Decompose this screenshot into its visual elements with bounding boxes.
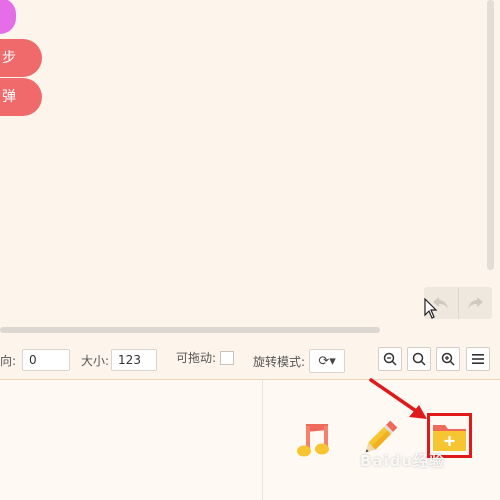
music-icon[interactable] <box>296 422 332 458</box>
stage-canvas[interactable]: 步 弹 <box>0 0 500 333</box>
block-pill-purple[interactable] <box>0 0 16 34</box>
zoom-in-button[interactable] <box>436 347 460 371</box>
rotate-mode-label: 旋转模式: <box>253 354 306 369</box>
block-pill-bounce[interactable]: 弹 <box>0 78 42 116</box>
rotate-mode-value: ⟳▾ <box>318 353 336 369</box>
annotation-arrow-icon <box>369 378 427 419</box>
rotate-mode-dropdown[interactable]: ⟳▾ <box>309 349 346 373</box>
sprite-list-panel <box>0 380 262 500</box>
zoom-out-button[interactable] <box>378 347 402 371</box>
menu-button[interactable] <box>466 347 490 371</box>
redo-icon[interactable] <box>457 287 493 319</box>
zoom-reset-button[interactable] <box>407 347 431 371</box>
block-pill-step[interactable]: 步 <box>0 39 42 77</box>
zoom-in-icon <box>441 352 455 366</box>
size-input[interactable]: 123 <box>111 349 158 371</box>
direction-input[interactable]: 0 <box>22 349 71 371</box>
draggable-checkbox[interactable] <box>220 350 235 365</box>
block-pill-bounce-label: 弹 <box>2 89 16 105</box>
vertical-scrollbar[interactable] <box>487 0 494 270</box>
horizontal-scrollbar[interactable] <box>0 327 380 333</box>
zoom-reset-icon <box>412 352 426 366</box>
zoom-out-icon <box>383 352 397 366</box>
size-label: 大小: <box>81 353 110 368</box>
menu-icon <box>472 354 484 364</box>
mouse-cursor-icon <box>424 298 438 319</box>
block-pill-step-label: 步 <box>2 50 16 66</box>
draggable-label: 可拖动: <box>176 351 217 365</box>
direction-label: 向: <box>0 353 17 368</box>
watermark: Baidu经验 <box>360 452 446 470</box>
